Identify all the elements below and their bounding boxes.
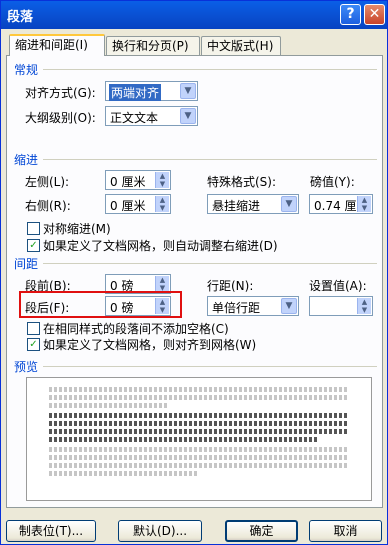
outline-level-select[interactable]: 正文文本 ▼ [105,106,198,126]
divider [43,69,377,70]
close-button[interactable]: ✕ [364,4,385,25]
right-indent-value: 0 厘米 [110,199,146,213]
chevron-down-icon[interactable]: ▼ [180,83,196,99]
preview-section-label: 预览 [14,360,39,374]
spin-arrows-icon[interactable]: ▲ ▼ [357,298,371,314]
preview-current-paragraph-line [49,437,319,442]
spin-arrows-icon[interactable]: ▲ ▼ [155,172,169,188]
dialog-title: 段落 [7,10,34,25]
preview-prev-paragraph-line [49,395,349,400]
right-indent-label: 右侧(R): [25,199,71,213]
preview-current-paragraph-line [49,413,349,418]
spin-arrows-icon[interactable]: ▲ ▼ [155,196,169,212]
general-section-label: 常规 [14,63,39,77]
right-indent-spinner[interactable]: 0 厘米 ▲ ▼ [105,194,171,214]
default-button[interactable]: 默认(D)... [118,520,202,542]
line-spacing-label: 行距(N): [207,279,254,293]
tab-line-page-breaks[interactable]: 换行和分页(P) [106,36,200,55]
preview-next-paragraph-line [49,447,349,452]
help-button[interactable]: ? [340,4,361,25]
ok-button[interactable]: 确定 [225,520,298,542]
chevron-down-icon[interactable]: ▼ [281,298,297,314]
spin-arrows-icon[interactable]: ▲ ▼ [155,276,169,292]
preview-prev-paragraph-line [49,387,349,392]
alignment-select[interactable]: 两端对齐 ▼ [105,81,198,101]
alignment-label: 对齐方式(G): [25,86,96,100]
outline-label: 大纲级别(O): [25,111,96,125]
title-bar: 段落 ? ✕ [1,1,387,29]
no-space-same-style-checkbox[interactable] [27,322,40,335]
preview-prev-paragraph-line [49,403,169,408]
chevron-down-icon[interactable]: ▼ [180,108,196,124]
tabs-button[interactable]: 制表位(T)... [6,520,96,542]
left-indent-label: 左侧(L): [25,175,70,189]
divider [43,159,377,160]
indent-by-spinner[interactable]: 0.74 厘米 ▲ ▼ [309,194,373,214]
mirror-indent-checkbox[interactable] [27,222,40,235]
tab-indent-spacing[interactable]: 缩进和间距(I) [9,34,105,56]
no-space-same-style-label: 在相同样式的段落间不添加空格(C) [43,322,229,336]
spin-arrows-icon[interactable]: ▲ ▼ [357,196,371,212]
divider [43,366,377,367]
spin-arrows-icon[interactable]: ▲ ▼ [155,298,169,314]
space-after-label: 段后(F): [25,301,70,315]
tab-asian-typography[interactable]: 中文版式(H) [201,36,281,55]
left-indent-spinner[interactable]: 0 厘米 ▲ ▼ [105,170,171,190]
auto-adjust-right-indent-label: 如果定义了文档网格，则自动调整右缩进(D) [43,239,278,253]
indent-by-label: 磅值(Y): [310,175,355,189]
preview-pane [26,377,372,501]
preview-current-paragraph-line [49,421,349,426]
outline-value: 正文文本 [110,111,159,125]
special-format-select[interactable]: 悬挂缩进 ▼ [207,194,299,214]
preview-current-paragraph-line [49,429,349,434]
paragraph-dialog: 段落 ? ✕ 缩进和间距(I) 换行和分页(P) 中文版式(H) 常规 对齐方式… [0,0,388,545]
snap-to-grid-checkbox[interactable]: ✓ [27,338,40,351]
left-indent-value: 0 厘米 [110,175,146,189]
divider [43,263,377,264]
cancel-button[interactable]: 取消 [309,520,382,542]
spacing-section-label: 间距 [14,257,39,271]
snap-to-grid-label: 如果定义了文档网格，则对齐到网格(W) [43,338,257,352]
auto-adjust-right-indent-checkbox[interactable]: ✓ [27,239,40,252]
chevron-down-icon[interactable]: ▼ [281,196,297,212]
special-format-value: 悬挂缩进 [212,199,261,213]
preview-next-paragraph-line [49,463,349,468]
special-format-label: 特殊格式(S): [207,175,277,189]
space-after-value: 0 磅 [110,301,134,315]
indent-section-label: 缩进 [14,153,39,167]
preview-next-paragraph-line [49,471,199,476]
at-value-label: 设置值(A): [309,279,367,293]
mirror-indent-label: 对称缩进(M) [43,222,111,236]
alignment-value: 两端对齐 [109,84,162,101]
line-spacing-value: 单倍行距 [212,301,261,315]
at-value-spinner[interactable]: ▲ ▼ [309,296,373,316]
preview-next-paragraph-line [49,455,349,460]
space-after-spinner[interactable]: 0 磅 ▲ ▼ [105,296,171,316]
line-spacing-select[interactable]: 单倍行距 ▼ [207,296,299,316]
